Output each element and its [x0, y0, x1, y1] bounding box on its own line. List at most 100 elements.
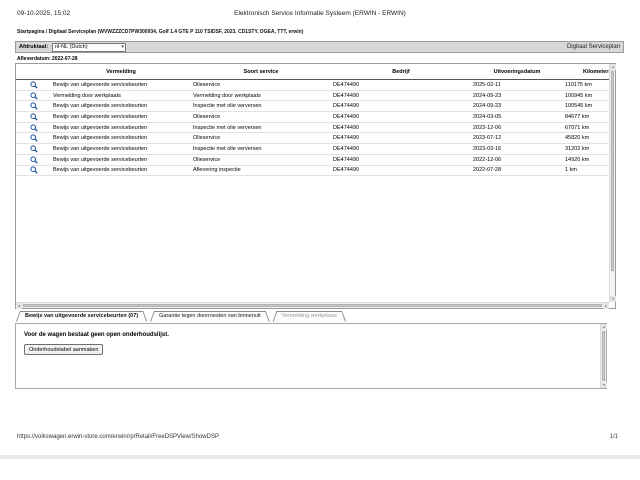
cell-uitvoeringsdatum: 2024-03-05: [473, 113, 502, 120]
maintenance-panel: Voor de wagen bestaat geen open onderhou…: [15, 323, 607, 389]
cell-bedrijf: DE474490: [333, 145, 359, 152]
cell-soort-service: Inspectie met olie verversen: [193, 103, 262, 110]
digital-serviceplan-label: Digitaal Serviceplan: [566, 44, 620, 50]
delivery-date-label: Afleverdatum: 2022-07-28: [17, 55, 78, 62]
magnifier-icon[interactable]: [29, 113, 38, 121]
table-row[interactable]: Bewijs van uitgevoerde servicebeurten Ins…: [16, 101, 609, 113]
print-language-select[interactable]: nl-NL (Dutch) ▾: [52, 42, 127, 52]
cell-uitvoeringsdatum: 2023-07-12: [473, 135, 502, 142]
magnifier-icon[interactable]: [29, 134, 38, 142]
cell-vermelding: Bewijs van uitgevoerde servicebeurten: [53, 113, 148, 120]
table-horizontal-scrollbar[interactable]: [16, 302, 609, 309]
scroll-left-icon[interactable]: [16, 303, 22, 309]
column-header-soort-service: Soort service: [243, 68, 279, 75]
cell-uitvoeringsdatum: 2024-09-23: [473, 92, 502, 99]
scroll-up-icon[interactable]: [610, 64, 616, 70]
cell-vermelding: Bewijs van uitgevoerde servicebeurten: [53, 124, 148, 131]
cell-vermelding: Bewijs van uitgevoerde servicebeurten: [53, 167, 148, 174]
tab-label: Bewijs van uitgevoerde servicebeurten (0…: [25, 312, 139, 319]
chevron-down-icon: ▾: [121, 43, 125, 50]
scroll-down-icon[interactable]: [601, 382, 607, 388]
table-row[interactable]: Vermelding door werkplaats Vermelding doo…: [16, 91, 609, 102]
cell-soort-service: Vermelding door werkplaats: [193, 92, 261, 99]
table-vertical-scrollbar[interactable]: [609, 64, 616, 302]
table-row[interactable]: Bewijs van uitgevoerde servicebeurten Ins…: [16, 144, 609, 155]
cell-bedrijf: DE474490: [333, 156, 359, 163]
cell-soort-service: Inspectie met olie verversen: [193, 145, 262, 152]
magnifier-icon[interactable]: [29, 102, 38, 110]
print-preview-page: 09-10-2025, 15:02 Elektronisch Service I…: [0, 0, 640, 480]
scroll-up-icon[interactable]: [601, 324, 607, 330]
table-row[interactable]: Bewijs van uitgevoerde servicebeurten Afl…: [16, 166, 609, 177]
table-viewport: Vermelding Soort service Bedrijf Uitvoer…: [16, 64, 609, 302]
cell-uitvoeringsdatum: 2025-02-11: [473, 81, 501, 88]
cell-kilometerstand: 1 km: [565, 167, 577, 174]
service-history-table: Vermelding Soort service Bedrijf Uitvoer…: [15, 63, 616, 309]
cell-soort-service: Olieservice: [193, 113, 221, 120]
tab-label: Vermelding werkplaats: [281, 312, 337, 319]
print-language-value: nl-NL (Dutch): [55, 43, 88, 50]
cell-soort-service: Olieservice: [193, 81, 221, 88]
row-detail-cell: [16, 102, 51, 110]
cell-uitvoeringsdatum: 2022-07-28: [473, 167, 502, 174]
cell-bedrijf: DE474490: [333, 124, 359, 131]
magnifier-icon[interactable]: [29, 156, 38, 164]
horizontal-scroll-thumb[interactable]: [23, 304, 602, 307]
magnifier-icon[interactable]: [29, 91, 38, 100]
cell-uitvoeringsdatum: 2023-12-06: [473, 124, 502, 131]
tab-2[interactable]: Garantie tegen doorroesten van binnenuit: [150, 311, 270, 322]
column-header-kilometerstand: Kilometerstand: [582, 68, 609, 75]
no-open-maintenance-message: Voor de wagen bestaat geen open onderhou…: [24, 332, 169, 338]
magnifier-icon[interactable]: [29, 166, 38, 175]
vertical-scroll-thumb[interactable]: [602, 331, 605, 381]
cell-kilometerstand: 45820 km: [565, 135, 590, 142]
row-detail-cell: [16, 145, 51, 153]
app-title: Elektronisch Service Informatie Systeem …: [234, 10, 406, 17]
table-header-row: Vermelding Soort service Bedrijf Uitvoer…: [16, 64, 609, 80]
cell-bedrijf: DE474490: [333, 113, 359, 120]
breadcrumb[interactable]: Startpagina / Digitaal Serviceplan (WVWZ…: [17, 29, 303, 35]
table-body: Bewijs van uitgevoerde servicebeurten Oli…: [16, 80, 609, 177]
magnifier-icon[interactable]: [29, 145, 38, 153]
magnifier-icon[interactable]: [29, 123, 38, 132]
row-detail-cell: [16, 123, 51, 132]
footer-url: https://volkswagen.erwin-store.com/erwin…: [17, 434, 219, 440]
row-detail-cell: [16, 134, 51, 142]
table-row[interactable]: Bewijs van uitgevoerde servicebeurten Oli…: [16, 133, 609, 145]
cell-kilometerstand: 31202 km: [565, 145, 590, 152]
cell-kilometerstand: 84677 km: [565, 113, 590, 120]
table-row[interactable]: Bewijs van uitgevoerde servicebeurten Oli…: [16, 155, 609, 166]
cell-bedrijf: DE474490: [333, 103, 359, 110]
panel-vertical-scrollbar[interactable]: [600, 324, 607, 388]
table-row[interactable]: Bewijs van uitgevoerde servicebeurten Oli…: [16, 80, 609, 91]
print-language-label: Afdruktaal:: [19, 44, 49, 50]
cell-bedrijf: DE474490: [333, 92, 359, 99]
cell-uitvoeringsdatum: 2023-03-16: [473, 145, 502, 152]
tab-strip: Bewijs van uitgevoerde servicebeurten (0…: [16, 311, 346, 322]
column-header-vermelding: Vermelding: [106, 68, 136, 75]
cell-soort-service: Inspectie met olie verversen: [193, 124, 262, 131]
cell-bedrijf: DE474490: [333, 81, 359, 88]
cell-kilometerstand: 67071 km: [565, 124, 590, 131]
cell-kilometerstand: 100545 km: [565, 103, 593, 110]
table-row[interactable]: Bewijs van uitgevoerde servicebeurten Oli…: [16, 112, 609, 123]
row-detail-cell: [16, 156, 51, 164]
table-row[interactable]: Bewijs van uitgevoerde servicebeurten Ins…: [16, 123, 609, 134]
tab-1[interactable]: Bewijs van uitgevoerde servicebeurten (0…: [16, 311, 147, 322]
cell-vermelding: Bewijs van uitgevoerde servicebeurten: [53, 156, 148, 163]
cell-vermelding: Bewijs van uitgevoerde servicebeurten: [53, 145, 148, 152]
cell-vermelding: Bewijs van uitgevoerde servicebeurten: [53, 135, 148, 142]
scroll-right-icon[interactable]: [603, 303, 609, 309]
magnifier-icon[interactable]: [29, 81, 38, 89]
maintenance-panel-viewport: Voor de wagen bestaat geen open onderhou…: [16, 324, 600, 388]
cell-uitvoeringsdatum: 2024-09-23: [473, 103, 502, 110]
create-maintenance-table-button[interactable]: Onderhoudstabel aanmaken: [24, 344, 104, 355]
cell-kilometerstand: 100945 km: [565, 92, 593, 99]
toolbar: Afdruktaal: nl-NL (Dutch) ▾ Digitaal Ser…: [15, 41, 624, 53]
bottom-divider: [0, 455, 640, 459]
cell-kilometerstand: 110175 km: [565, 81, 592, 88]
vertical-scroll-thumb[interactable]: [611, 71, 614, 271]
tab-3: Vermelding werkplaats: [273, 311, 346, 322]
cell-soort-service: Olieservice: [193, 156, 221, 163]
scroll-down-icon[interactable]: [610, 296, 616, 302]
